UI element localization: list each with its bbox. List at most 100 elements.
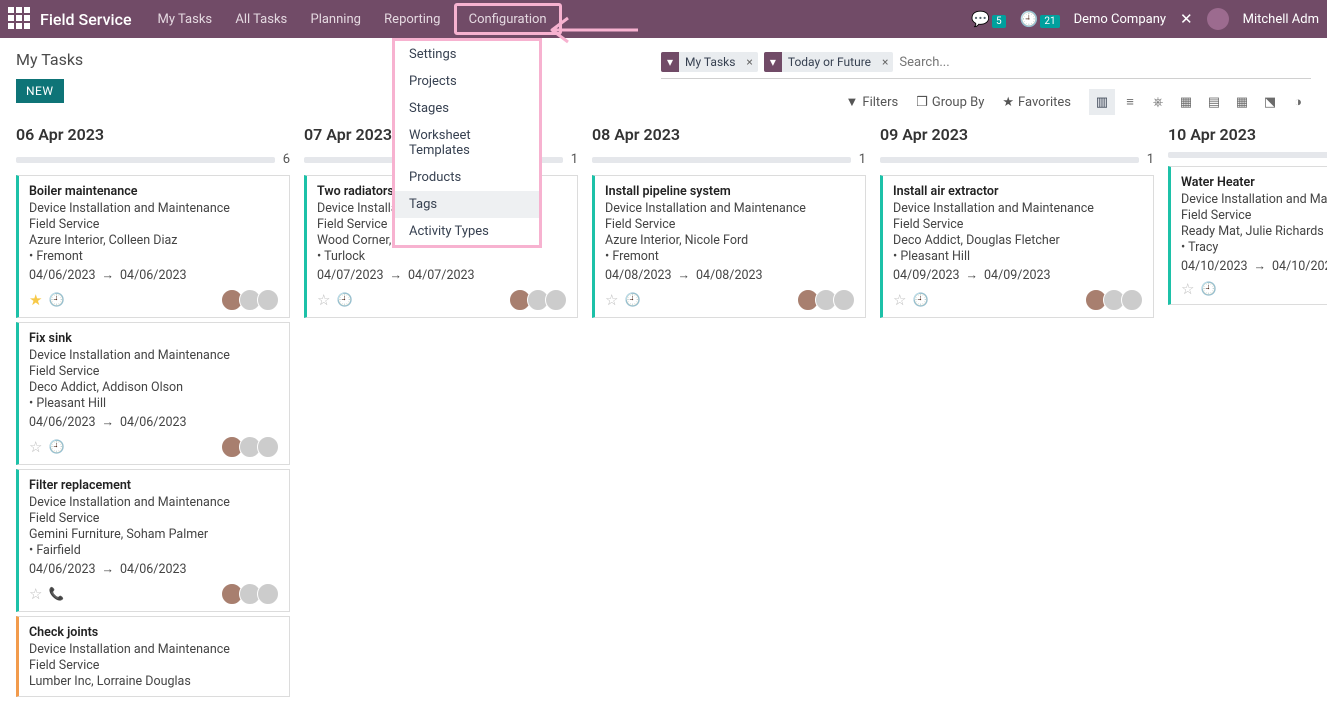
clock-icon[interactable]: 🕘 — [1200, 282, 1216, 297]
menu-reporting[interactable]: Reporting — [374, 0, 450, 38]
configuration-dropdown: Settings Projects Stages Worksheet Templ… — [392, 38, 542, 248]
column-count: 1 — [571, 152, 578, 167]
company-name[interactable]: Demo Company — [1074, 12, 1166, 27]
avatar[interactable] — [257, 289, 279, 311]
arrow-right-icon: → — [966, 268, 979, 283]
dropdown-stages[interactable]: Stages — [395, 95, 539, 122]
user-avatar[interactable] — [1207, 8, 1229, 30]
dropdown-products[interactable]: Products — [395, 164, 539, 191]
tools-icon[interactable]: ✕ — [1180, 10, 1193, 28]
kanban-column: 08 Apr 20231 Install pipeline system Dev… — [592, 125, 866, 322]
filters-button[interactable]: ▼Filters — [846, 94, 899, 110]
column-date: 06 Apr 2023 — [16, 125, 290, 144]
view-calendar-icon[interactable]: ▦ — [1173, 89, 1199, 115]
avatar[interactable] — [257, 583, 279, 605]
arrow-right-icon: → — [678, 268, 691, 283]
menu-all-tasks[interactable]: All Tasks — [225, 0, 297, 38]
kanban-column: 06 Apr 2023 6 Boiler maintenance Device I… — [16, 125, 290, 701]
kanban-column: 09 Apr 20231 Install air extractor Devic… — [880, 125, 1154, 322]
dropdown-settings[interactable]: Settings — [395, 41, 539, 68]
star-icon[interactable]: ☆ — [605, 291, 618, 309]
favorites-button[interactable]: ★Favorites — [1002, 95, 1071, 110]
arrow-right-icon: → — [1254, 259, 1267, 274]
messages-icon[interactable]: 💬5 — [971, 10, 1005, 28]
column-count: 1 — [859, 152, 866, 167]
facet-label: Today or Future — [782, 52, 877, 72]
star-icon[interactable]: ☆ — [1181, 280, 1194, 298]
facet-label: My Tasks — [679, 52, 741, 72]
clock-icon[interactable]: 🕘 — [624, 293, 640, 308]
avatar[interactable] — [833, 289, 855, 311]
facet-remove[interactable]: × — [741, 52, 757, 72]
progress-bar — [592, 157, 851, 163]
view-activity-icon[interactable]: ◑ — [1285, 89, 1311, 115]
card-title: Fix sink — [29, 331, 279, 346]
star-icon[interactable]: ★ — [29, 291, 42, 309]
arrow-right-icon: → — [390, 268, 403, 283]
star-icon[interactable]: ☆ — [29, 585, 42, 603]
kanban-card[interactable]: Filter replacement Device Installation a… — [16, 469, 290, 612]
facet-remove[interactable]: × — [877, 52, 893, 72]
view-gantt-icon[interactable]: ▤ — [1201, 89, 1227, 115]
star-icon: ★ — [1002, 95, 1014, 110]
activities-icon[interactable]: 🕘21 — [1020, 10, 1060, 28]
brand-title: Field Service — [40, 10, 132, 29]
star-icon[interactable]: ☆ — [317, 291, 330, 309]
main-menu: My Tasks All Tasks Planning Reporting Co… — [148, 0, 562, 38]
avatar[interactable] — [257, 436, 279, 458]
annotation-arrow — [550, 14, 640, 50]
kanban-card[interactable]: Check joints Device Installation and Mai… — [16, 616, 290, 697]
dropdown-worksheet-templates[interactable]: Worksheet Templates — [395, 122, 539, 164]
kanban-card[interactable]: Water Heater Device Installation and Mai… — [1168, 166, 1327, 305]
dropdown-projects[interactable]: Projects — [395, 68, 539, 95]
apps-icon[interactable] — [8, 7, 32, 31]
card-title: Water Heater — [1181, 175, 1327, 190]
kanban-card[interactable]: Install pipeline system Device Installat… — [592, 175, 866, 318]
dropdown-tags[interactable]: Tags — [395, 191, 539, 218]
activities-badge: 21 — [1040, 15, 1059, 28]
column-date: 09 Apr 2023 — [880, 125, 1154, 144]
new-button[interactable]: NEW — [16, 79, 64, 103]
view-kanban-icon[interactable]: ▥ — [1089, 89, 1115, 115]
nav-right: 💬5 🕘21 Demo Company ✕ Mitchell Adm — [971, 8, 1319, 30]
menu-my-tasks[interactable]: My Tasks — [148, 0, 223, 38]
messages-badge: 5 — [992, 15, 1006, 28]
view-switcher: ▥ ≡ ⎈ ▦ ▤ ▦ ⬔ ◑ — [1089, 89, 1311, 115]
funnel-icon: ▼ — [846, 94, 859, 110]
kanban-card[interactable]: Fix sink Device Installation and Mainten… — [16, 322, 290, 465]
layers-icon: ❒ — [916, 95, 928, 110]
star-icon[interactable]: ☆ — [29, 438, 42, 456]
menu-planning[interactable]: Planning — [301, 0, 371, 38]
arrow-right-icon: → — [102, 562, 115, 577]
clock-icon[interactable]: 🕘 — [912, 293, 928, 308]
groupby-button[interactable]: ❒Group By — [916, 95, 984, 110]
avatar[interactable] — [545, 289, 567, 311]
column-date: 10 Apr 2023 — [1168, 125, 1327, 144]
clock-icon[interactable]: 🕘 — [48, 440, 64, 455]
search-box[interactable]: ▾ My Tasks × ▾ Today or Future × — [661, 50, 1311, 79]
view-graph-icon[interactable]: ⬔ — [1257, 89, 1283, 115]
avatar[interactable] — [1121, 289, 1143, 311]
search-input[interactable] — [899, 55, 1311, 70]
clock-icon[interactable]: 🕘 — [336, 293, 352, 308]
progress-bar — [16, 157, 275, 163]
card-title: Boiler maintenance — [29, 184, 279, 199]
user-name[interactable]: Mitchell Adm — [1243, 12, 1319, 27]
view-toolbar: ▼Filters ❒Group By ★Favorites ▥ ≡ ⎈ ▦ ▤ … — [846, 89, 1311, 115]
progress-bar — [1168, 152, 1327, 158]
phone-icon[interactable]: 📞 — [48, 587, 64, 602]
arrow-right-icon: → — [102, 268, 115, 283]
search-facet-my-tasks: ▾ My Tasks × — [661, 52, 758, 72]
view-list-icon[interactable]: ≡ — [1117, 89, 1143, 115]
card-title: Check joints — [29, 625, 279, 640]
search-facet-date: ▾ Today or Future × — [764, 52, 894, 72]
menu-configuration[interactable]: Configuration — [454, 3, 562, 35]
dropdown-activity-types[interactable]: Activity Types — [395, 218, 539, 245]
column-count: 6 — [283, 152, 290, 167]
view-pivot-icon[interactable]: ▦ — [1229, 89, 1255, 115]
star-icon[interactable]: ☆ — [893, 291, 906, 309]
kanban-card[interactable]: Boiler maintenance Device Installation a… — [16, 175, 290, 318]
clock-icon[interactable]: 🕘 — [48, 293, 64, 308]
view-map-icon[interactable]: ⎈ — [1145, 89, 1171, 115]
kanban-card[interactable]: Install air extractor Device Installatio… — [880, 175, 1154, 318]
